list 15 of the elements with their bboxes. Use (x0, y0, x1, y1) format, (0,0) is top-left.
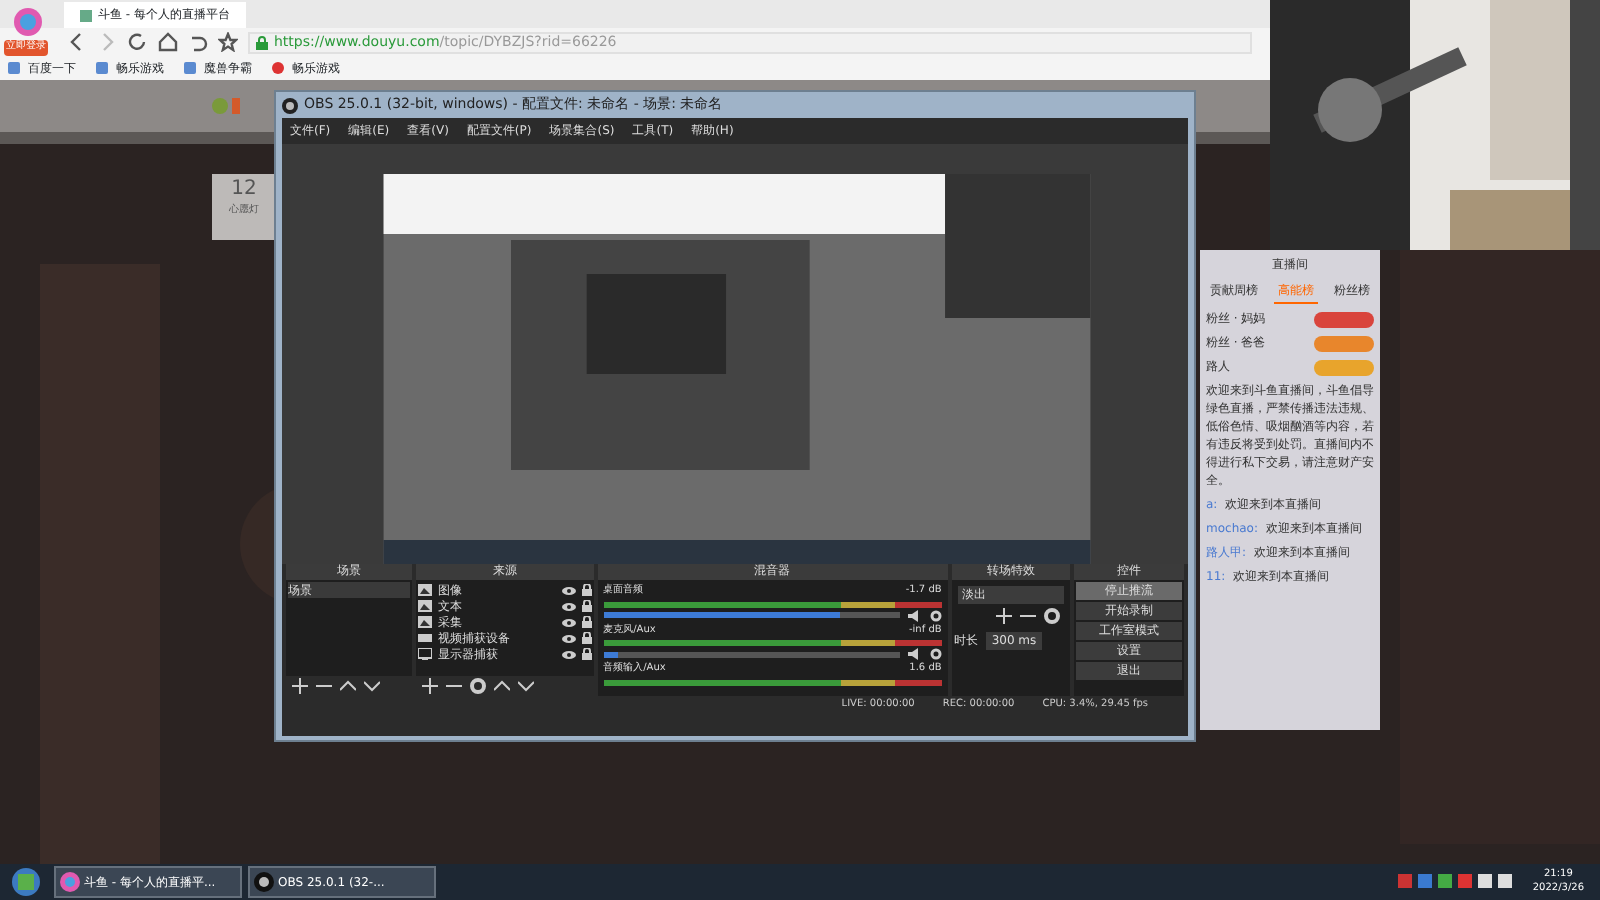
home-icon[interactable] (158, 32, 178, 52)
bookmark-icon (272, 62, 284, 74)
undo-icon[interactable] (188, 32, 208, 52)
page-icon (80, 9, 92, 21)
bookmark-icon (96, 62, 108, 74)
browser-logo-icon (60, 872, 80, 892)
app-logo-icon (254, 872, 274, 892)
site-logo-icon (210, 94, 240, 118)
app-logo-icon (282, 97, 298, 113)
lock-icon (256, 35, 268, 49)
reload-icon[interactable] (128, 32, 148, 52)
star-icon[interactable] (218, 32, 238, 52)
bookmark-icon (184, 62, 196, 74)
bookmark-icon (8, 62, 20, 74)
browser-logo-icon[interactable] (12, 6, 44, 38)
